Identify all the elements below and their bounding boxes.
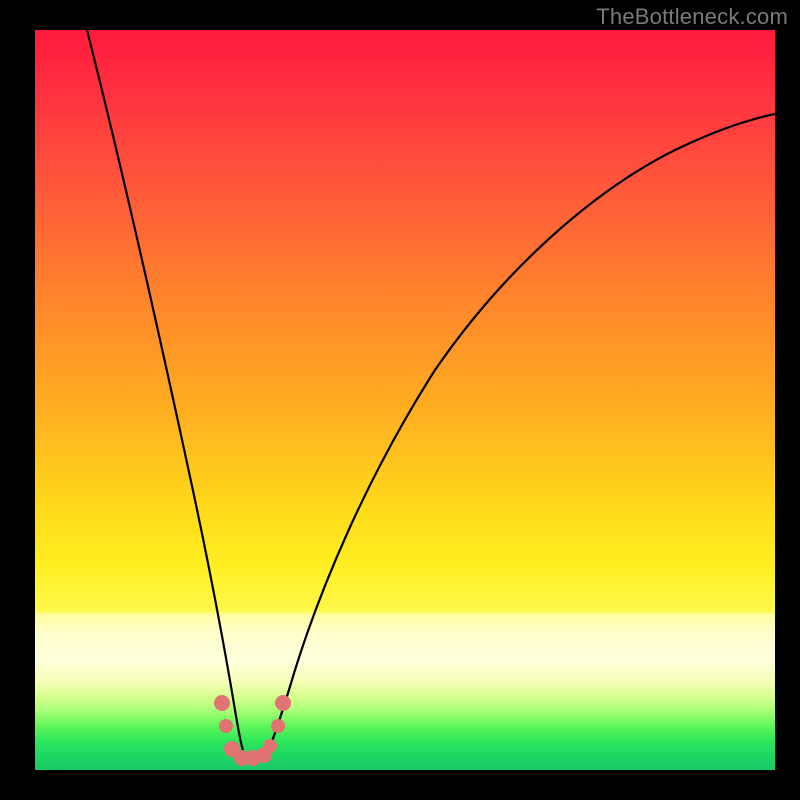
marker-dot [219, 719, 233, 733]
marker-dot [275, 695, 291, 711]
plot-area [35, 30, 775, 770]
left-curve [87, 30, 247, 762]
chart-stage: TheBottleneck.com [0, 0, 800, 800]
marker-dot [263, 739, 277, 753]
marker-dot [271, 719, 285, 733]
trough-markers [214, 695, 291, 766]
watermark-text: TheBottleneck.com [596, 4, 788, 30]
right-curve [263, 114, 775, 762]
curve-layer [35, 30, 775, 770]
marker-dot [214, 695, 230, 711]
